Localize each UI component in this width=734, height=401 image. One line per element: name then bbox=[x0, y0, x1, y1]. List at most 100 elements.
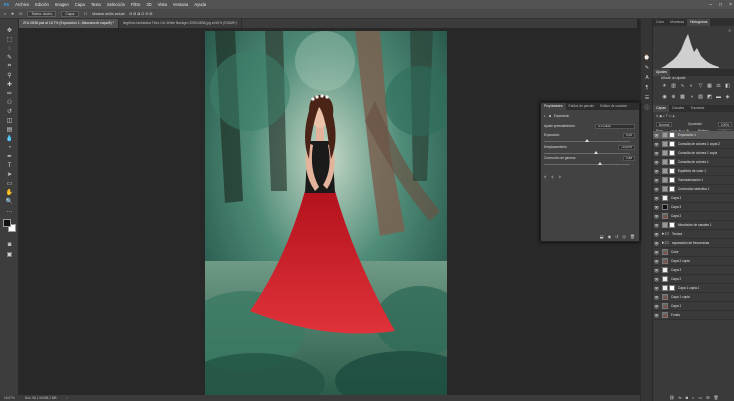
layer-name[interactable]: Color bbox=[671, 250, 679, 254]
layer-name[interactable]: Mezclador de canales 1 bbox=[678, 223, 712, 227]
layer-mask-thumbnail[interactable] bbox=[669, 159, 675, 165]
layer-row[interactable]: 👁 ▸▭ Textura bbox=[653, 230, 734, 239]
more-tools-icon[interactable]: … bbox=[5, 207, 14, 214]
layer-name[interactable]: Capa 1 bbox=[671, 196, 681, 200]
posterize-icon[interactable]: ▨ bbox=[697, 94, 704, 101]
tab-other-document[interactable]: Ilegitimó fantástica Tinto Cfo White Bac… bbox=[119, 19, 242, 28]
path-select-tool-icon[interactable]: ➤ bbox=[5, 171, 14, 178]
blend-mode-select[interactable]: Normal bbox=[656, 121, 673, 127]
layer-name[interactable]: Equilibrio de color 1 bbox=[678, 169, 706, 173]
eyedropper-tool-icon[interactable]: ⚲ bbox=[5, 72, 14, 79]
menu-item-type[interactable]: Texto bbox=[91, 2, 101, 7]
visibility-eye-icon[interactable]: 👁 bbox=[653, 277, 660, 282]
layer-row[interactable]: 👁 Fondo bbox=[653, 311, 734, 320]
ps-logo-icon[interactable]: Ps bbox=[4, 2, 9, 7]
menu-item-3d[interactable]: 3D bbox=[146, 2, 151, 7]
screen-mode-icon[interactable]: ▣ bbox=[5, 251, 14, 258]
layer-name[interactable]: Consulta de colores 1 copia bbox=[678, 151, 717, 155]
layer-name[interactable]: Textura bbox=[672, 232, 682, 236]
menu-item-image[interactable]: Imagen bbox=[55, 2, 69, 7]
eraser-tool-icon[interactable]: ◫ bbox=[5, 117, 14, 124]
dodge-tool-icon[interactable]: ◔ bbox=[5, 144, 14, 151]
gradient-map-icon[interactable]: ▬ bbox=[715, 94, 722, 101]
add-mask-icon[interactable]: ◙ bbox=[686, 395, 688, 400]
maximize-icon[interactable]: □ bbox=[719, 2, 722, 8]
channel-mixer-icon[interactable]: ⊕ bbox=[670, 94, 677, 101]
layer-row[interactable]: 👁 Corrección selectiva 1 bbox=[653, 185, 734, 194]
layer-row[interactable]: 👁 Capa 1 bbox=[653, 194, 734, 203]
hand-tool-icon[interactable]: ✋ bbox=[5, 189, 14, 196]
layer-row[interactable]: 👁 Capa 1 bbox=[653, 302, 734, 311]
quick-select-tool-icon[interactable]: ✎ bbox=[5, 54, 14, 61]
brush-tool-icon[interactable]: ✏ bbox=[5, 90, 14, 97]
layer-thumbnail[interactable] bbox=[662, 150, 668, 156]
color-lookup-icon[interactable]: ▩ bbox=[679, 94, 686, 101]
layer-thumbnail[interactable] bbox=[662, 294, 668, 300]
layer-row[interactable]: 👁 Color bbox=[653, 248, 734, 257]
black-eyedropper-icon[interactable]: ⚲ bbox=[544, 175, 546, 179]
layer-row[interactable]: 👁 Consulta de colores 1 bbox=[653, 158, 734, 167]
layer-row[interactable]: 👁 Equilibrio de color 1 bbox=[653, 167, 734, 176]
properties-panel-icon[interactable]: ☰ bbox=[643, 95, 651, 101]
auto-select-dropdown[interactable]: Tolero: Acriro bbox=[27, 10, 57, 17]
history-panel-icon[interactable]: ⌚ bbox=[643, 55, 651, 61]
tab-properties[interactable]: Propiedades bbox=[541, 103, 566, 110]
photo-filter-icon[interactable]: ◉ bbox=[661, 94, 668, 101]
layer-thumbnail[interactable] bbox=[662, 168, 668, 174]
layer-name[interactable]: Capa 2 bbox=[671, 214, 681, 218]
show-transform-checkbox[interactable]: ☐ bbox=[84, 12, 87, 16]
tab-paths[interactable]: Trazados bbox=[687, 105, 707, 112]
layer-mask-thumbnail[interactable] bbox=[669, 186, 675, 192]
layer-name[interactable]: Corrección selectiva 1 bbox=[678, 187, 709, 191]
layer-thumbnail[interactable] bbox=[662, 249, 668, 255]
layer-row[interactable]: 👁 Consulta de colores 1 copia 2 bbox=[653, 140, 734, 149]
delete-layer-icon[interactable]: 🗑 bbox=[714, 395, 719, 400]
layer-thumbnail[interactable] bbox=[662, 267, 668, 273]
layer-mask-thumbnail[interactable] bbox=[669, 132, 675, 138]
menu-item-edit[interactable]: Edición bbox=[35, 2, 49, 7]
layer-name[interactable]: Exposición 1 bbox=[678, 133, 696, 137]
layer-thumbnail[interactable] bbox=[662, 204, 668, 210]
crop-tool-icon[interactable]: ⌗ bbox=[5, 63, 14, 70]
layer-thumbnail[interactable] bbox=[662, 285, 668, 291]
visibility-eye-icon[interactable]: 👁 bbox=[653, 160, 660, 165]
new-adjustment-icon[interactable]: ◐ bbox=[692, 395, 694, 400]
visibility-eye-icon[interactable]: 👁 bbox=[653, 250, 660, 255]
curves-icon[interactable]: ∿ bbox=[679, 83, 686, 90]
layer-thumbnail[interactable] bbox=[662, 177, 668, 183]
layer-name[interactable]: Tono/saturación 1 bbox=[678, 178, 703, 182]
layer-thumbnail[interactable] bbox=[662, 141, 668, 147]
layer-thumbnail[interactable] bbox=[662, 186, 668, 192]
visibility-eye-icon[interactable]: 👁 bbox=[653, 205, 660, 210]
layer-name[interactable]: Consulta de colores 1 copia 2 bbox=[678, 142, 720, 146]
status-arrow-icon[interactable]: › bbox=[67, 396, 68, 400]
white-eyedropper-icon[interactable]: ⚲ bbox=[559, 175, 561, 179]
visibility-eye-icon[interactable]: 👁 bbox=[653, 232, 660, 237]
visibility-icon[interactable]: ◎ bbox=[622, 234, 626, 239]
layer-mask-thumbnail[interactable] bbox=[669, 177, 675, 183]
zoom-level[interactable]: 16,67% bbox=[4, 396, 15, 400]
brush-panel-icon[interactable]: ✎ bbox=[643, 65, 651, 71]
layer-thumbnail[interactable] bbox=[662, 312, 668, 318]
layer-row[interactable]: 👁 ▸▭ separación de frecuencias bbox=[653, 239, 734, 248]
quick-mask-icon[interactable]: ◙ bbox=[5, 241, 14, 248]
mask-icon[interactable]: ◙ bbox=[549, 114, 551, 118]
layer-mask-thumbnail[interactable] bbox=[669, 168, 675, 174]
layer-row[interactable]: 👁 Capa 1 copia bbox=[653, 293, 734, 302]
visibility-eye-icon[interactable]: 👁 bbox=[653, 268, 660, 273]
selective-color-icon[interactable]: ◈ bbox=[724, 94, 731, 101]
layer-thumbnail[interactable] bbox=[662, 303, 668, 309]
zoom-tool-icon[interactable]: 🔍 bbox=[5, 198, 14, 205]
visibility-eye-icon[interactable]: 👁 bbox=[653, 142, 660, 147]
gamma-value[interactable]: 0,88 bbox=[623, 156, 635, 161]
delete-adjustment-icon[interactable]: 🗑 bbox=[630, 234, 635, 239]
auto-select-checkbox[interactable]: ☑ bbox=[19, 12, 22, 16]
invert-icon[interactable]: ◑ bbox=[688, 94, 695, 101]
opacity-value[interactable]: 100% bbox=[717, 121, 732, 127]
menu-item-window[interactable]: Ventana bbox=[173, 2, 188, 7]
layer-name[interactable]: separación de frecuencias bbox=[672, 241, 709, 245]
layer-thumbnail[interactable] bbox=[662, 195, 668, 201]
layer-thumbnail[interactable] bbox=[662, 159, 668, 165]
gradient-tool-icon[interactable]: ▤ bbox=[5, 126, 14, 133]
layer-row[interactable]: 👁 Mezclador de canales 1 bbox=[653, 221, 734, 230]
